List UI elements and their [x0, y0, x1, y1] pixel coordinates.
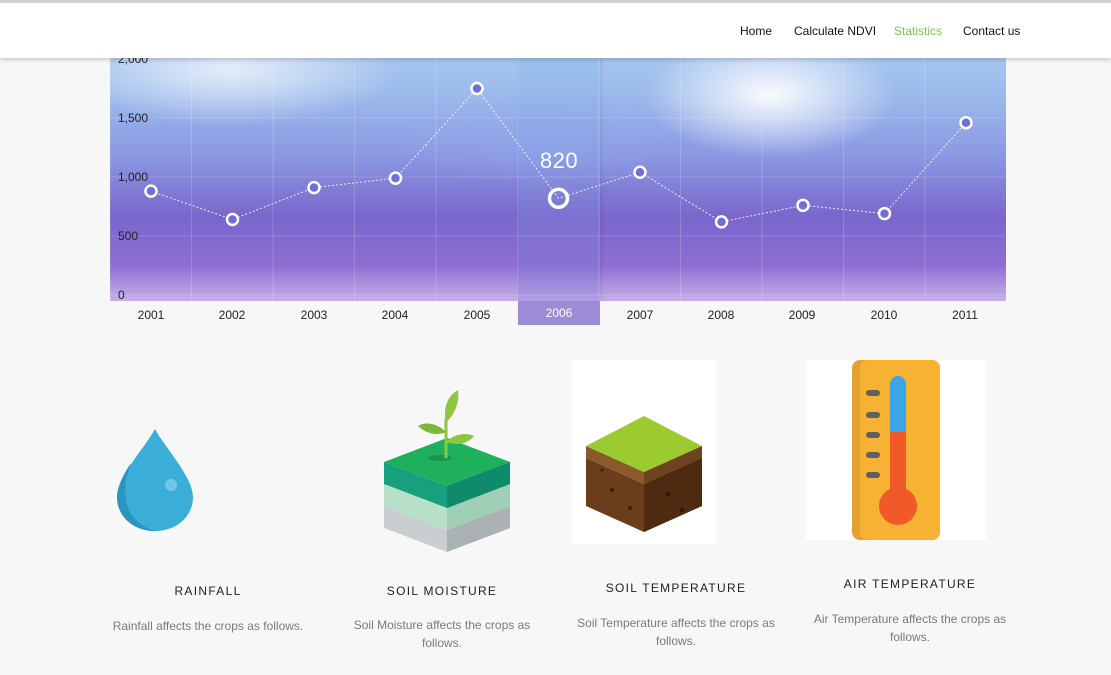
x-tick-label[interactable]: 2008	[691, 308, 751, 322]
card-title: RAINFALL	[174, 584, 242, 598]
x-tick-label[interactable]: 2007	[610, 308, 670, 322]
data-point[interactable]	[307, 180, 321, 195]
soil-temperature-icon	[572, 360, 716, 544]
card-description: Soil Moisture affects the crops as follo…	[353, 618, 531, 650]
nav-statistics[interactable]: Statistics	[894, 24, 942, 38]
nav-home[interactable]: Home	[740, 24, 772, 38]
data-point[interactable]	[714, 215, 729, 229]
y-tick-label: 0	[118, 288, 125, 302]
nav-calculate-ndvi[interactable]: Calculate NDVI	[794, 24, 876, 38]
card-description: Soil Temperature affects the crops as fo…	[577, 616, 775, 648]
data-point[interactable]	[144, 184, 158, 198]
thermometer-icon	[806, 360, 986, 540]
card-description: Air Temperature affects the crops as fol…	[813, 612, 1007, 644]
highlight-value-label: 820	[539, 148, 579, 173]
data-point[interactable]	[959, 115, 973, 130]
y-tick-label: 1,500	[118, 111, 149, 125]
data-point[interactable]	[877, 206, 892, 221]
data-point[interactable]	[388, 171, 403, 185]
data-point[interactable]	[225, 212, 240, 227]
y-tick-label: 500	[118, 229, 139, 243]
data-point[interactable]	[470, 81, 484, 96]
water-drop-icon	[114, 425, 196, 533]
x-tick-label[interactable]: 2001	[121, 308, 181, 322]
nav-contact-us[interactable]: Contact us	[963, 24, 1020, 38]
x-tick-label[interactable]: 2009	[772, 308, 832, 322]
card-title: AIR TEMPERATURE	[843, 577, 977, 591]
x-tick-label[interactable]: 2003	[284, 308, 344, 322]
x-tick-label-active[interactable]: 2006	[518, 301, 600, 325]
x-tick-label[interactable]: 2002	[202, 308, 262, 322]
data-point[interactable]	[796, 198, 810, 213]
card-title: SOIL TEMPERATURE	[605, 581, 747, 595]
x-tick-label[interactable]: 2004	[365, 308, 425, 322]
card-title: SOIL MOISTURE	[386, 584, 498, 598]
card-description: Rainfall affects the crops as follows.	[112, 619, 304, 633]
x-tick-label[interactable]: 2005	[447, 308, 507, 322]
top-navbar: Home Calculate NDVI Statistics Contact u…	[0, 0, 1111, 58]
soil-moisture-icon	[380, 388, 514, 554]
x-tick-label[interactable]: 2010	[854, 308, 914, 322]
x-tick-label[interactable]: 2011	[935, 308, 995, 322]
data-point[interactable]	[633, 165, 647, 180]
y-tick-label: 1,000	[118, 170, 149, 184]
